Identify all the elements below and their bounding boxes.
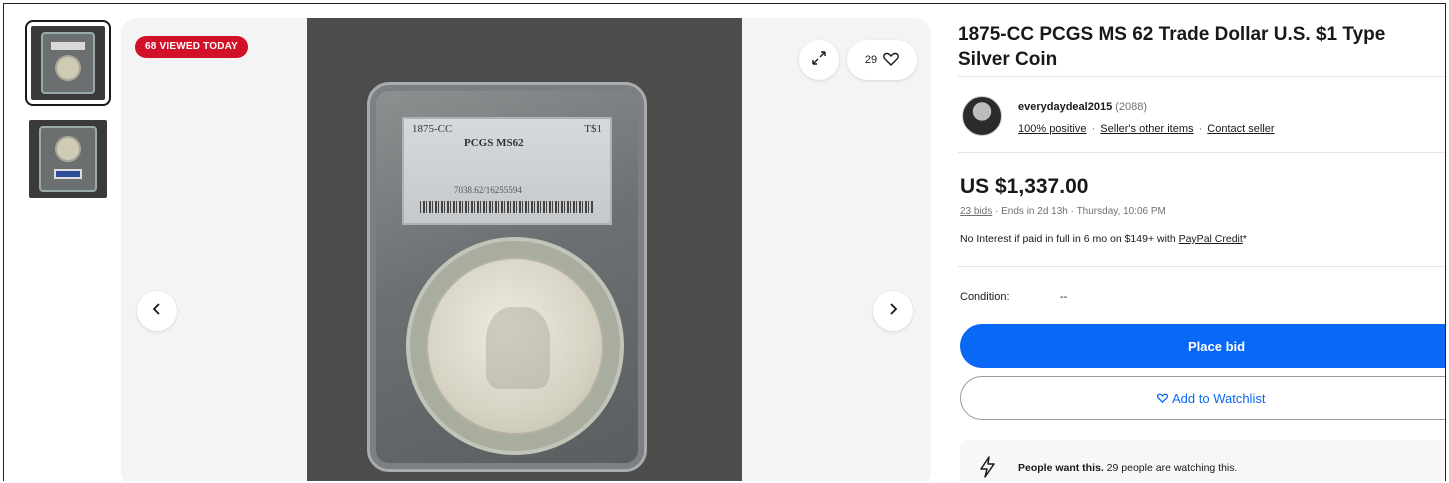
condition-label: Condition: <box>960 291 1010 303</box>
financing-asterisk: * <box>1242 233 1247 245</box>
auction-info: 23 bids · Ends in 2d 13h · Thursday, 10:… <box>960 206 1166 217</box>
people-watching-count: 29 people are watching this. <box>1103 462 1238 474</box>
heart-icon <box>1156 391 1169 406</box>
place-bid-label: Place bid <box>1188 338 1246 354</box>
people-watching-bold: People want this. <box>1018 462 1104 474</box>
slab-denomination: T$1 <box>584 123 602 135</box>
image-gallery: 1875-CC T$1 PCGS MS62 7038.62/16255594 6… <box>121 18 931 481</box>
condition-value: -- <box>1060 291 1068 303</box>
coin-holder <box>406 237 624 455</box>
people-watching-text: People want this. 29 people are watching… <box>1018 462 1237 474</box>
slab-grade: PCGS MS62 <box>464 137 524 149</box>
thumbnail-image <box>31 26 105 100</box>
viewed-today-badge: 68 VIEWED TODAY <box>135 36 249 58</box>
separator: · <box>1091 123 1096 135</box>
add-to-watchlist-label: Add to Watchlist <box>1172 390 1266 406</box>
auction-end-time: · Ends in 2d 13h · Thursday, 10:06 PM <box>995 206 1166 217</box>
people-watching-banner: People want this. 29 people are watching… <box>960 440 1445 481</box>
watch-count-button[interactable]: 29 <box>847 40 917 80</box>
previous-image-button[interactable] <box>137 291 177 331</box>
coin <box>426 257 604 435</box>
seller-info: everydaydeal2015 (2088) <box>1018 101 1147 113</box>
watch-count: 29 <box>864 54 878 66</box>
separator: · <box>1198 123 1203 135</box>
chevron-right-icon <box>887 302 899 321</box>
lightning-icon <box>978 456 998 481</box>
expand-button[interactable] <box>799 40 839 80</box>
seller-other-items-link[interactable]: Seller's other items <box>1100 123 1193 135</box>
place-bid-button[interactable]: Place bid <box>960 324 1445 368</box>
next-image-button[interactable] <box>873 291 913 331</box>
coin-slab: 1875-CC T$1 PCGS MS62 7038.62/16255594 <box>367 82 647 472</box>
add-to-watchlist-button[interactable]: Add to Watchlist <box>960 376 1445 420</box>
slab-label: 1875-CC T$1 PCGS MS62 7038.62/16255594 <box>402 117 612 225</box>
divider <box>958 76 1445 77</box>
positive-feedback-link[interactable]: 100% positive <box>1018 123 1087 135</box>
bids-link[interactable]: 23 bids <box>960 206 992 217</box>
seller-links: 100% positive · Seller's other items · C… <box>1018 123 1275 135</box>
seller-feedback-count[interactable]: (2088) <box>1115 101 1147 113</box>
financing-info: No Interest if paid in full in 6 mo on $… <box>960 233 1247 245</box>
divider <box>958 152 1445 153</box>
paypal-credit-link[interactable]: PayPal Credit <box>1179 233 1243 245</box>
financing-text: No Interest if paid in full in 6 mo on $… <box>960 233 1179 245</box>
seller-name[interactable]: everydaydeal2015 <box>1018 101 1112 113</box>
thumbnail-1[interactable] <box>25 20 111 106</box>
listing-frame: 1875-CC T$1 PCGS MS62 7038.62/16255594 6… <box>3 3 1446 481</box>
expand-icon <box>810 49 828 72</box>
chevron-left-icon <box>151 302 163 321</box>
price: US $1,337.00 <box>960 175 1089 198</box>
listing-title: 1875-CC PCGS MS 62 Trade Dollar U.S. $1 … <box>958 24 1386 70</box>
heart-icon <box>883 52 899 69</box>
thumbnail-image <box>29 120 107 198</box>
seller-avatar[interactable] <box>962 96 1002 136</box>
main-product-image[interactable]: 1875-CC T$1 PCGS MS62 7038.62/16255594 <box>307 18 742 481</box>
slab-year: 1875-CC <box>412 123 453 135</box>
barcode <box>420 201 594 213</box>
divider <box>958 266 1445 267</box>
thumbnail-2[interactable] <box>25 116 111 202</box>
slab-cert: 7038.62/16255594 <box>454 185 522 195</box>
contact-seller-link[interactable]: Contact seller <box>1207 123 1274 135</box>
